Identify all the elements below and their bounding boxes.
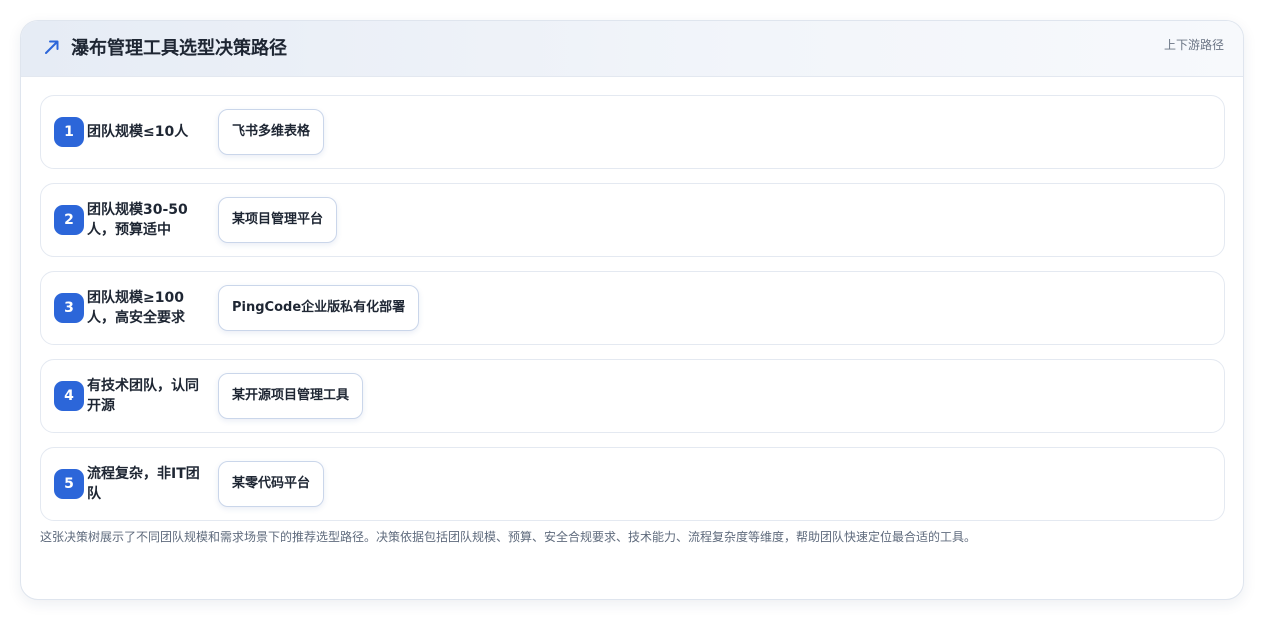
decision-step: 4 有技术团队，认同开源 某开源项目管理工具 xyxy=(40,359,1225,433)
decision-step: 1 团队规模≤10人 飞书多维表格 xyxy=(40,95,1225,169)
step-condition: 团队规模≥100人，高安全要求 xyxy=(87,290,185,326)
recommended-tool-chip[interactable]: 某开源项目管理工具 xyxy=(218,373,364,419)
path-type-tag: 上下游路径 xyxy=(1163,38,1224,52)
decision-footnote: 这张决策树展示了不同团队规模和需求场景下的推荐选型路径。决策依据包括团队规模、预… xyxy=(40,530,977,544)
trend-arrow-icon xyxy=(45,40,59,54)
decision-step: 2 团队规模30-50人，预算适中 某项目管理平台 xyxy=(40,183,1225,257)
decision-steps: 1 团队规模≤10人 飞书多维表格 2 团队规模30-50人，预算适中 某项目管… xyxy=(40,95,1225,535)
card-title: 瀑布管理工具选型决策路径 xyxy=(71,38,287,59)
recommended-tool-chip[interactable]: 某项目管理平台 xyxy=(218,197,338,243)
decision-step: 5 流程复杂，非IT团队 某零代码平台 xyxy=(40,447,1225,521)
decision-step: 3 团队规模≥100人，高安全要求 PingCode企业版私有化部署 xyxy=(40,271,1225,345)
step-condition: 有技术团队，认同开源 xyxy=(87,378,199,414)
step-number-badge: 5 xyxy=(54,469,84,499)
step-number-badge: 2 xyxy=(54,205,84,235)
decision-path-card: 瀑布管理工具选型决策路径 上下游路径 1 团队规模≤10人 飞书多维表格 2 团… xyxy=(20,20,1244,600)
step-number-badge: 1 xyxy=(54,117,84,147)
recommended-tool-chip[interactable]: 某零代码平台 xyxy=(218,461,325,507)
step-number-badge: 4 xyxy=(54,381,84,411)
recommended-tool-chip[interactable]: PingCode企业版私有化部署 xyxy=(218,285,420,331)
step-condition: 团队规模≤10人 xyxy=(87,124,189,140)
card-header: 瀑布管理工具选型决策路径 上下游路径 xyxy=(21,21,1243,77)
step-condition: 团队规模30-50人，预算适中 xyxy=(87,202,188,238)
recommended-tool-chip[interactable]: 飞书多维表格 xyxy=(218,109,325,155)
step-number-badge: 3 xyxy=(54,293,84,323)
step-condition: 流程复杂，非IT团队 xyxy=(87,466,200,502)
